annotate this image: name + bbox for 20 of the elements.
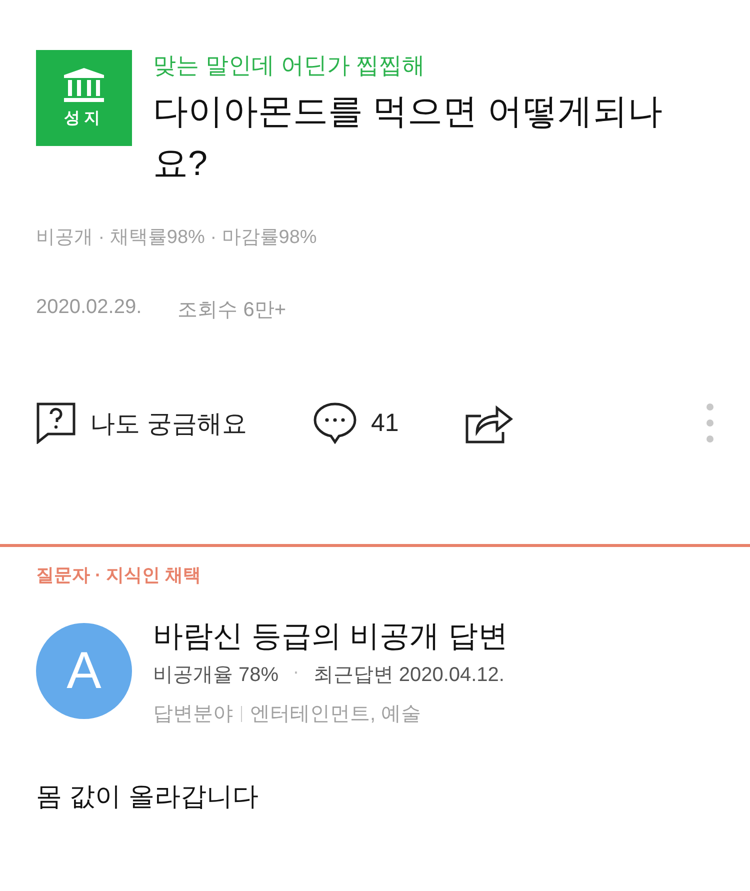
answer-text: 몸 값이 올라갑니다 xyxy=(36,780,260,813)
adopted-label: 질문자 · 지식인 채택 xyxy=(35,564,202,587)
curious-button[interactable]: 나도 궁금해요 xyxy=(36,402,247,444)
more-icon xyxy=(706,403,714,443)
private-rate: 비공개율 78% xyxy=(153,663,279,688)
answerer-name: 바람신 등급의 비공개 답변 xyxy=(153,619,508,655)
avatar: A xyxy=(36,623,132,719)
field-label: 답변분야 xyxy=(153,702,233,727)
chat-bubble-icon xyxy=(312,402,357,444)
question-bubble-icon xyxy=(36,402,76,444)
badge-label: 성지 xyxy=(64,108,104,128)
comments-button[interactable]: 41 xyxy=(312,402,399,444)
recent-answer-date: 최근답변 2020.04.12. xyxy=(313,663,504,688)
separator-dot: · xyxy=(292,661,300,685)
question-meta: 비공개 · 채택률98% · 마감률98% xyxy=(36,226,317,250)
question-title: 다이아몬드를 먹으면 어떻게되나요? xyxy=(153,91,664,185)
building-icon xyxy=(64,68,104,102)
view-count: 조회수 6만+ xyxy=(178,298,286,323)
answer-fields: 엔터테인먼트, 예술 xyxy=(250,700,422,727)
question-date: 2020.02.29. xyxy=(36,296,142,320)
